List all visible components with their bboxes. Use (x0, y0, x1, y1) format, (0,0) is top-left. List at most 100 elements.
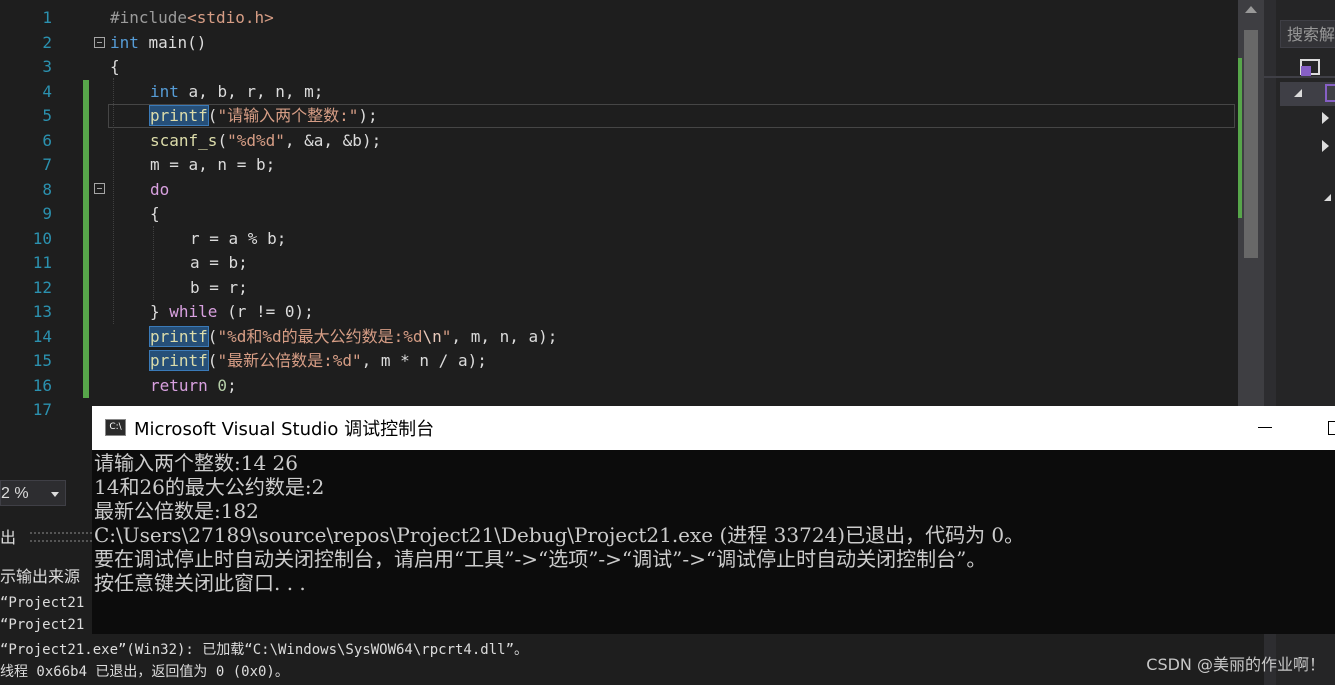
token-text: ( (207, 326, 218, 346)
token-number: 0 (207, 375, 228, 395)
code-line-12[interactable]: b = r; (190, 276, 248, 301)
code-line-14[interactable]: printf("%d和%d的最大公约数是:%d\n", m, n, a); (149, 325, 558, 350)
collapsed-triangle-icon[interactable] (1322, 112, 1329, 124)
zoom-level-dropdown[interactable]: 2 % (0, 480, 66, 506)
token-text: { (110, 57, 120, 76)
code-line-1[interactable]: #include<stdio.h> (110, 6, 274, 31)
token-text: , &a, &b); (284, 130, 382, 150)
token-text: m = a, n = b; (150, 155, 276, 174)
token-text: ( (207, 106, 218, 125)
debug-console-window[interactable]: C:\ Microsoft Visual Studio 调试控制台 请输入两个整… (92, 406, 1335, 634)
output-panel-title: 出 (0, 528, 17, 547)
output-line: “Project21 (0, 595, 85, 611)
line-number: 5 (42, 106, 52, 125)
line-number: 11 (32, 253, 52, 272)
token-preprocessor: #include (110, 8, 188, 27)
token-function: scanf_s (150, 130, 218, 150)
token-keyword: int (150, 81, 179, 101)
token-string: "请输入两个整数:" (217, 106, 359, 125)
console-output-line: C:\Users\27189\source\repos\Project21\De… (94, 523, 1025, 547)
line-number: 2 (42, 32, 52, 52)
indent-guide (113, 78, 114, 324)
line-number: 7 (42, 155, 52, 174)
token-text: a = b; (190, 253, 248, 272)
token-function-highlighted: printf (149, 350, 209, 371)
token-text: (r != 0); (217, 302, 314, 321)
expanded-triangle-icon[interactable] (1324, 194, 1331, 201)
code-line-15[interactable]: printf("最新公倍数是:%d", m * n / a); (149, 349, 487, 374)
token-text: { (150, 204, 160, 223)
panel-grip (30, 532, 92, 542)
collapsed-triangle-icon[interactable] (1322, 140, 1329, 152)
code-line-11[interactable]: a = b; (190, 251, 248, 276)
token-text: a, b, r, n, m; (178, 81, 324, 101)
code-line-13[interactable]: } while (r != 0); (150, 300, 314, 325)
code-line-9[interactable]: { (150, 202, 160, 227)
output-source-label: 示输出来源 (0, 567, 81, 586)
token-string: " (441, 326, 452, 346)
token-escape: \n (422, 326, 442, 346)
csdn-watermark: CSDN @美丽的作业啊！ (1146, 655, 1325, 674)
code-editor[interactable]: 1 2 3 4 5 6 7 8 9 10 11 12 13 14 15 16 1… (0, 0, 1237, 475)
token-text: b = r; (190, 277, 248, 297)
code-line-10[interactable]: r = a % b; (190, 227, 286, 252)
code-line-8[interactable]: do (150, 178, 169, 203)
indent-guide (153, 226, 154, 300)
change-marker (1238, 58, 1242, 218)
line-number: 14 (32, 326, 52, 346)
editor-vertical-scrollbar[interactable] (1238, 0, 1264, 475)
token-text: r = a % b; (190, 228, 287, 248)
expanded-triangle-icon[interactable] (1294, 89, 1302, 97)
minimize-button[interactable] (1258, 427, 1272, 428)
line-number: 13 (32, 302, 52, 321)
panel-divider (1264, 76, 1335, 78)
token-text: ( (207, 351, 218, 370)
token-control-keyword: do (150, 179, 170, 199)
token-keyword: int (110, 32, 139, 52)
fold-toggle-main[interactable] (94, 37, 105, 48)
scroll-up-arrow-icon[interactable] (1245, 6, 1257, 13)
console-app-icon: C:\ (105, 419, 126, 436)
token-text: ; (227, 375, 237, 395)
output-panel-lower: “Project21.exe”(Win32): 已加载“C:\Windows\S… (0, 634, 1264, 685)
token-text: ( (217, 130, 228, 150)
console-output-line: 14和26的最大公约数是:2 (94, 475, 325, 499)
token-text: main() (138, 32, 207, 52)
code-line-16[interactable]: return 0; (150, 374, 237, 399)
token-control-keyword: while (169, 302, 218, 321)
solution-search-input[interactable]: 搜索解 (1280, 20, 1335, 48)
token-string: "最新公倍数是:%d" (217, 351, 362, 370)
code-line-4[interactable]: int a, b, r, n, m; (150, 80, 323, 105)
line-number: 8 (42, 179, 52, 199)
code-line-2[interactable]: int main() (110, 31, 206, 56)
zoom-value: 2 % (1, 485, 29, 502)
output-line: “Project21.exe”(Win32): 已加载“C:\Windows\S… (0, 642, 529, 658)
token-text: } (150, 302, 170, 321)
token-function-highlighted: printf (149, 105, 209, 126)
change-indicator-bar (83, 80, 89, 398)
chevron-down-icon (51, 492, 59, 497)
code-line-6[interactable]: scanf_s("%d%d", &a, &b); (150, 129, 381, 154)
output-line: “Project21 (0, 617, 85, 633)
line-number: 4 (42, 81, 52, 101)
line-number: 10 (32, 228, 52, 248)
line-number: 3 (42, 57, 52, 76)
code-line-3[interactable]: { (110, 55, 120, 80)
token-text: , m, n, a); (451, 326, 558, 346)
fold-toggle-do[interactable] (94, 183, 105, 194)
console-titlebar[interactable]: C:\ Microsoft Visual Studio 调试控制台 (92, 406, 1335, 450)
token-text: ); (358, 106, 378, 125)
token-include-path: <stdio.h> (187, 8, 274, 27)
maximize-button[interactable] (1328, 421, 1335, 435)
console-output-line: 要在调试停止时自动关闭控制台，请启用“工具”->“选项”->“调试”->“调试停… (94, 547, 987, 571)
code-line-7[interactable]: m = a, n = b; (150, 153, 275, 178)
line-number: 15 (32, 351, 52, 370)
project-icon (1325, 84, 1335, 102)
scrollbar-thumb[interactable] (1244, 30, 1258, 258)
token-string: "%d%d" (227, 130, 285, 150)
line-number: 16 (32, 375, 52, 395)
code-line-5[interactable]: printf("请输入两个整数:"); (149, 104, 378, 129)
line-number: 12 (32, 277, 52, 297)
console-output-line: 最新公倍数是:182 (94, 499, 259, 523)
token-string: "%d和%d的最大公约数是:%d (217, 326, 423, 346)
